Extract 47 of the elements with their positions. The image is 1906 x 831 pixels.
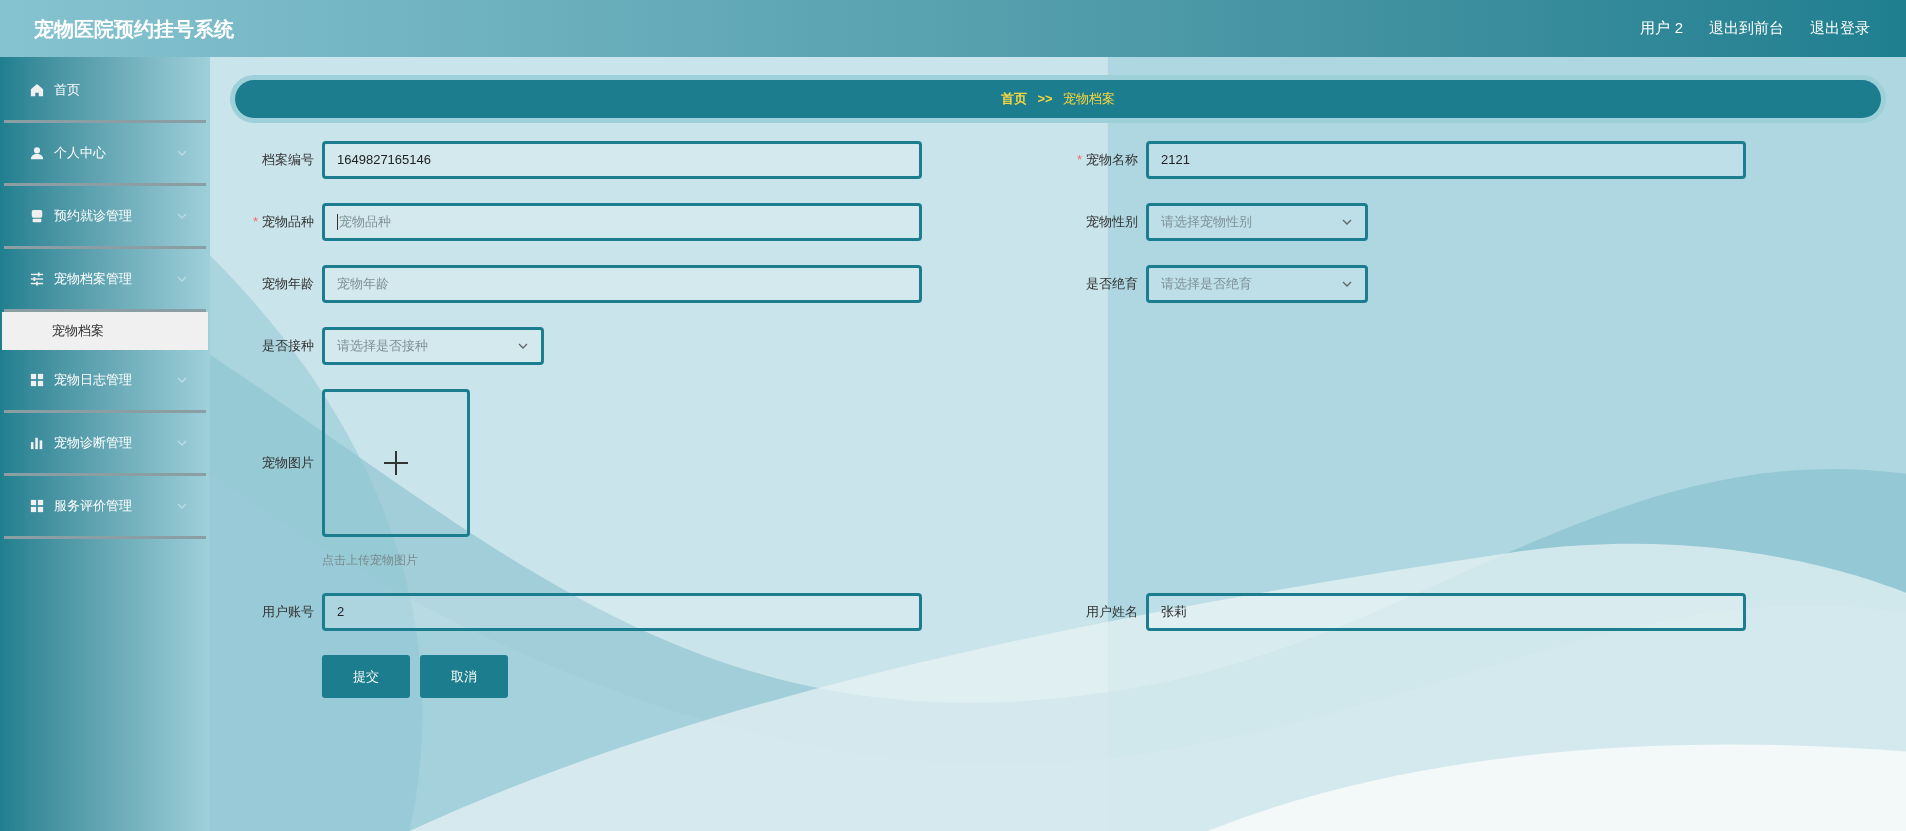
text-field[interactable]: 宠物年龄: [322, 265, 922, 303]
home-icon: [30, 83, 44, 97]
select-field[interactable]: 请选择是否绝育: [1146, 265, 1368, 303]
grid-icon: [30, 499, 44, 513]
field-label: 是否绝育: [1086, 275, 1138, 294]
user-icon: [30, 146, 44, 160]
required-mark: *: [1076, 151, 1082, 170]
grid-icon: [30, 373, 44, 387]
field-label: 是否接种: [262, 337, 314, 356]
select-field[interactable]: 请选择宠物性别: [1146, 203, 1368, 241]
field-label: 用户姓名: [1086, 603, 1138, 622]
submenu-item[interactable]: 宠物档案: [2, 312, 208, 350]
menu-item[interactable]: 宠物日志管理: [4, 350, 206, 413]
menu-item[interactable]: 预约就诊管理: [4, 186, 206, 249]
field-label: 宠物图片: [262, 454, 314, 473]
field-label: 宠物年龄: [262, 275, 314, 294]
required-mark: *: [252, 213, 258, 232]
breadcrumb-link[interactable]: 首页: [1001, 89, 1028, 109]
menu-item[interactable]: 宠物诊断管理: [4, 413, 206, 476]
text-caret: [337, 214, 338, 230]
form-button[interactable]: 提交: [322, 655, 410, 698]
tray-icon: [30, 209, 44, 223]
breadcrumb-separator: >>: [1037, 90, 1053, 109]
bar-chart-icon: [30, 436, 44, 450]
text-field[interactable]: 2121: [1146, 141, 1746, 179]
app-title: 宠物医院预约挂号系统: [34, 16, 234, 42]
header-link[interactable]: 退出到前台: [1709, 17, 1784, 40]
select-field[interactable]: 请选择是否接种: [322, 327, 544, 365]
breadcrumb-current: 宠物档案: [1062, 90, 1115, 109]
text-field[interactable]: 宠物品种: [322, 203, 922, 241]
sliders-icon: [30, 272, 44, 286]
header-link[interactable]: 用户 2: [1640, 17, 1683, 40]
text-field[interactable]: 2: [322, 593, 922, 631]
header-link[interactable]: 退出登录: [1810, 17, 1870, 40]
menu-item[interactable]: 个人中心: [4, 123, 206, 186]
plus-icon: [383, 450, 409, 476]
form-button[interactable]: 取消: [420, 655, 508, 698]
text-field[interactable]: 张莉: [1146, 593, 1746, 631]
field-label: 宠物品种: [262, 213, 314, 232]
field-label: 档案编号: [262, 151, 314, 170]
field-label: 宠物名称: [1086, 151, 1138, 170]
field-label: 宠物性别: [1086, 213, 1138, 232]
text-field[interactable]: 1649827165146: [322, 141, 922, 179]
menu-item[interactable]: 首页: [4, 60, 206, 123]
menu-item[interactable]: 服务评价管理: [4, 476, 206, 539]
field-label: 用户账号: [262, 603, 314, 622]
upload-box[interactable]: [322, 389, 470, 537]
